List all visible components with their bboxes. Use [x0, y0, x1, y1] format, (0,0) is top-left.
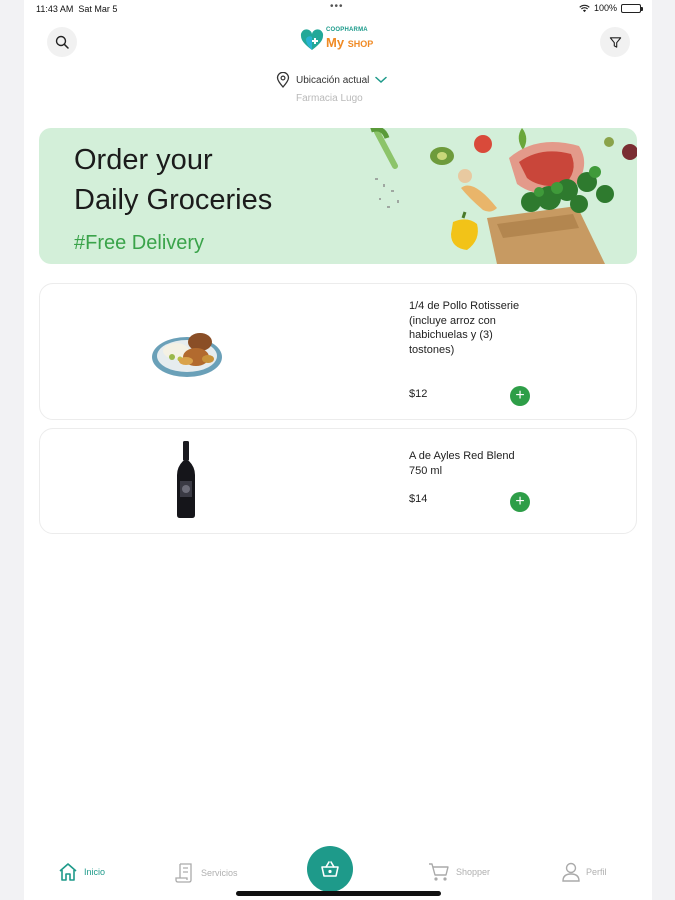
- location-pin-icon: [276, 72, 290, 88]
- banner-title-line1: Order your: [74, 144, 213, 176]
- filter-icon: [609, 36, 621, 48]
- product-name: A de Ayles Red Blend 750 ml: [409, 450, 515, 477]
- plus-icon: +: [515, 493, 525, 510]
- promo-banner[interactable]: Order your Daily Groceries #Free Deliver…: [39, 128, 637, 264]
- add-to-cart-button[interactable]: +: [510, 386, 530, 406]
- tab-home[interactable]: Inicio: [58, 862, 105, 882]
- user-icon: [562, 862, 580, 882]
- status-date: Sat Mar 5: [78, 4, 118, 14]
- banner-title-line2: Daily Groceries: [74, 184, 273, 216]
- banner-subtitle: #Free Delivery: [74, 232, 205, 254]
- chevron-down-icon: [375, 76, 388, 84]
- logo-my-text: My: [326, 35, 345, 50]
- status-bar: 11:43 AM Sat Mar 5 ••• 100%: [0, 0, 675, 18]
- location-label: Ubicación actual: [296, 74, 370, 86]
- tab-home-label: Inicio: [84, 867, 106, 877]
- logo-shop-text: SHOP: [347, 39, 374, 49]
- tab-shopper[interactable]: Shopper: [428, 862, 490, 882]
- app-logo: COOPHARMA My SHOP: [300, 26, 380, 56]
- product-price: $14: [409, 493, 428, 505]
- add-to-cart-button[interactable]: +: [510, 492, 530, 512]
- heart-logo-icon: [300, 29, 324, 50]
- product-image-chicken-plate: [152, 333, 222, 377]
- location-selector[interactable]: Ubicación actual: [276, 72, 388, 88]
- bottom-tab-bar: Inicio Servicios Shopper Perfil: [0, 845, 675, 900]
- pharmacy-name: Farmacia Lugo: [296, 93, 363, 104]
- services-icon: [175, 863, 192, 883]
- status-time: 11:43 AM: [36, 4, 74, 14]
- search-button[interactable]: [47, 27, 77, 57]
- home-icon: [59, 863, 77, 881]
- battery-icon: [621, 3, 643, 13]
- product-image-wine-bottle: [177, 441, 195, 518]
- multitasking-dots[interactable]: •••: [330, 1, 344, 12]
- search-icon: [55, 35, 69, 49]
- product-name: 1/4 de Pollo Rotisserie (incluye arroz c…: [409, 300, 520, 356]
- cart-icon: [429, 863, 449, 881]
- cart-button[interactable]: [307, 846, 353, 892]
- groceries-illustration: [370, 128, 637, 264]
- tab-profile[interactable]: Perfil: [562, 862, 607, 882]
- tab-services-label: Servicios: [201, 868, 238, 878]
- tab-profile-label: Perfil: [586, 867, 607, 877]
- product-card[interactable]: 1/4 de Pollo Rotisserie (incluye arroz c…: [39, 283, 637, 420]
- wifi-icon: [579, 4, 590, 12]
- tab-services[interactable]: Servicios: [175, 862, 238, 884]
- basket-icon: [321, 861, 339, 877]
- battery-percent: 100%: [593, 3, 617, 13]
- product-price: $12: [409, 388, 428, 400]
- product-card[interactable]: A de Ayles Red Blend 750 ml $14 +: [39, 428, 637, 534]
- logo-coopharma-text: COOPHARMA: [326, 27, 368, 33]
- filter-button[interactable]: [600, 27, 630, 57]
- home-indicator: [236, 891, 441, 896]
- tab-shopper-label: Shopper: [456, 867, 491, 877]
- plus-icon: +: [515, 387, 525, 404]
